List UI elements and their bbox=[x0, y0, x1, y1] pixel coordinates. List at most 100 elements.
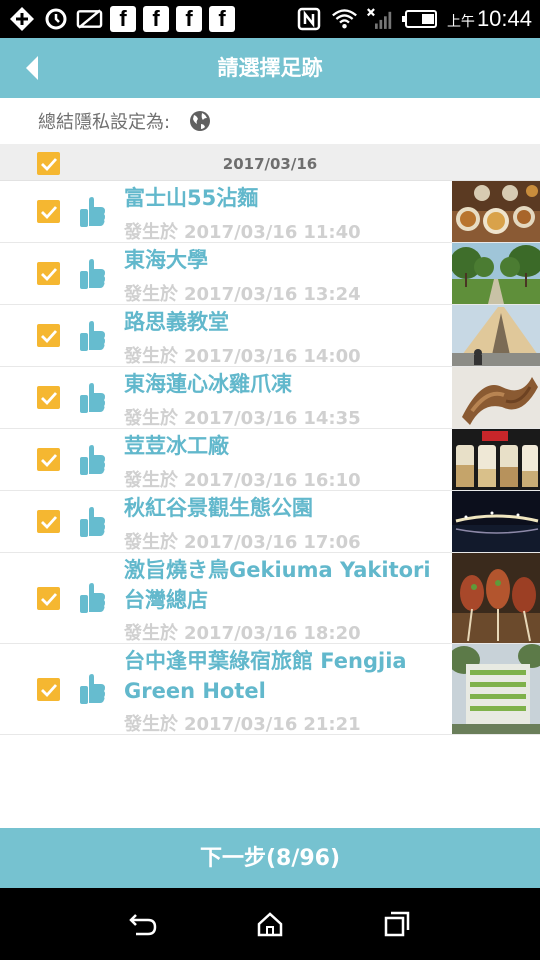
check-icon bbox=[40, 157, 57, 171]
item-checkbox[interactable] bbox=[37, 324, 60, 347]
item-checkbox[interactable] bbox=[37, 510, 60, 533]
time-clock: 14:00 bbox=[303, 346, 361, 367]
privacy-setting-row: 總結隱私設定為: bbox=[0, 98, 540, 144]
list-item[interactable]: 富士山55沾麵 發生於 2017/03/16 11:40 bbox=[0, 181, 540, 243]
time-date: 2017/03/16 bbox=[184, 284, 298, 305]
nfc-icon bbox=[296, 6, 323, 33]
home-icon bbox=[257, 912, 283, 937]
thumbs-up-icon bbox=[80, 321, 105, 351]
item-title: 台中逢甲葉綠宿旅館 Fengjia Green Hotel bbox=[124, 649, 407, 703]
item-title: 荳荳冰工廠 bbox=[124, 434, 229, 458]
list-item[interactable]: 東海蓮心冰雞爪凍 發生於 2017/03/16 14:35 bbox=[0, 367, 540, 429]
facebook-icon: f bbox=[176, 6, 202, 32]
thumbs-up-icon bbox=[80, 197, 105, 227]
item-time: 發生於 2017/03/16 16:10 bbox=[124, 466, 367, 492]
list-item[interactable]: 激旨燒き鳥Gekiuma Yakitori台灣總店 發生於 2017/03/16 1… bbox=[0, 553, 540, 644]
nav-back-button[interactable] bbox=[121, 902, 165, 946]
thumbs-up-icon bbox=[80, 507, 105, 537]
time-date: 2017/03/16 bbox=[184, 222, 298, 243]
sync-icon bbox=[42, 6, 69, 33]
list-item[interactable]: 東海大學 發生於 2017/03/16 13:24 bbox=[0, 243, 540, 305]
chicken-feet-photo bbox=[452, 367, 540, 428]
select-all-checkbox[interactable] bbox=[37, 152, 60, 175]
item-title: 東海蓮心冰雞爪凍 bbox=[124, 372, 292, 396]
item-time: 發生於 2017/03/16 18:20 bbox=[124, 619, 367, 645]
back-icon bbox=[129, 914, 157, 936]
time-prefix: 發生於 bbox=[124, 532, 178, 553]
check-icon bbox=[40, 391, 57, 405]
check-icon bbox=[40, 515, 57, 529]
yakitori-photo bbox=[452, 553, 540, 643]
night-park-photo bbox=[452, 491, 540, 552]
time-clock: 21:21 bbox=[303, 714, 361, 735]
facebook-icon: f bbox=[110, 6, 136, 32]
time-date: 2017/03/16 bbox=[184, 714, 298, 735]
university-trees-photo bbox=[452, 243, 540, 304]
nav-recents-button[interactable] bbox=[375, 902, 419, 946]
app-header: 請選擇足跡 bbox=[0, 38, 540, 98]
back-button[interactable] bbox=[14, 50, 50, 86]
time-date: 2017/03/16 bbox=[184, 346, 298, 367]
signal-icon bbox=[366, 6, 393, 33]
check-icon bbox=[40, 329, 57, 343]
facebook-icon: f bbox=[143, 6, 169, 32]
battery-icon bbox=[401, 6, 439, 33]
time-clock: 17:06 bbox=[303, 532, 361, 553]
check-icon bbox=[40, 453, 57, 467]
thumbs-up-icon bbox=[80, 583, 105, 613]
item-checkbox[interactable] bbox=[37, 587, 60, 610]
check-icon bbox=[40, 683, 57, 697]
item-time: 發生於 2017/03/16 13:24 bbox=[124, 280, 367, 306]
item-checkbox[interactable] bbox=[37, 678, 60, 701]
time-clock: 11:40 bbox=[303, 222, 361, 243]
time-clock: 13:24 bbox=[303, 284, 361, 305]
item-checkbox[interactable] bbox=[37, 262, 60, 285]
item-checkbox[interactable] bbox=[37, 386, 60, 409]
chapel-photo bbox=[452, 305, 540, 366]
time-date: 2017/03/16 bbox=[184, 532, 298, 553]
globe-icon[interactable] bbox=[188, 109, 212, 133]
time-prefix: 發生於 bbox=[124, 222, 178, 243]
system-nav-bar bbox=[0, 888, 540, 960]
list-item[interactable]: 秋紅谷景觀生態公園 發生於 2017/03/16 17:06 bbox=[0, 491, 540, 553]
list-item[interactable]: 路思義教堂 發生於 2017/03/16 14:00 bbox=[0, 305, 540, 367]
item-title: 激旨燒き鳥Gekiuma Yakitori台灣總店 bbox=[124, 558, 431, 612]
hotel-photo bbox=[452, 644, 540, 734]
next-step-button[interactable]: 下一步(8/96) bbox=[0, 828, 540, 888]
thumbs-up-icon bbox=[80, 674, 105, 704]
date-group-label: 2017/03/16 bbox=[222, 155, 318, 173]
item-title: 富士山55沾麵 bbox=[124, 186, 259, 210]
check-icon bbox=[40, 267, 57, 281]
time-clock: 16:10 bbox=[303, 470, 361, 491]
list-item[interactable]: 荳荳冰工廠 發生於 2017/03/16 16:10 bbox=[0, 429, 540, 491]
item-title: 東海大學 bbox=[124, 248, 208, 272]
item-checkbox[interactable] bbox=[37, 200, 60, 223]
thumbs-up-icon bbox=[80, 383, 105, 413]
ramen-food-photo bbox=[452, 181, 540, 242]
drinks-photo bbox=[452, 429, 540, 490]
clock: 上午 10:44 bbox=[447, 6, 532, 32]
app-root: f f f f 上午 10:44 請選擇足跡 總結隱私設定為: 2017/03/… bbox=[0, 0, 540, 960]
item-checkbox[interactable] bbox=[37, 448, 60, 471]
item-title: 路思義教堂 bbox=[124, 310, 229, 334]
item-time: 發生於 2017/03/16 11:40 bbox=[124, 218, 367, 244]
wifi-icon bbox=[331, 6, 358, 33]
thumbs-up-icon bbox=[80, 445, 105, 475]
time-prefix: 發生於 bbox=[124, 408, 178, 429]
item-time: 發生於 2017/03/16 14:35 bbox=[124, 404, 367, 430]
check-icon bbox=[40, 592, 57, 606]
add-icon bbox=[8, 6, 35, 33]
time-date: 2017/03/16 bbox=[184, 623, 298, 644]
time: 10:44 bbox=[476, 6, 532, 31]
back-arrow-icon bbox=[26, 56, 38, 80]
item-time: 發生於 2017/03/16 14:00 bbox=[124, 342, 367, 368]
recent-apps-icon bbox=[384, 911, 409, 937]
nav-home-button[interactable] bbox=[248, 902, 292, 946]
time-date: 2017/03/16 bbox=[184, 408, 298, 429]
time-prefix: 發生於 bbox=[124, 470, 178, 491]
thumbs-up-icon bbox=[80, 259, 105, 289]
facebook-icon: f bbox=[209, 6, 235, 32]
time-prefix: 發生於 bbox=[124, 714, 178, 735]
privacy-label: 總結隱私設定為: bbox=[38, 112, 171, 133]
list-item[interactable]: 台中逢甲葉綠宿旅館 Fengjia Green Hotel 發生於 2017/03… bbox=[0, 644, 540, 735]
